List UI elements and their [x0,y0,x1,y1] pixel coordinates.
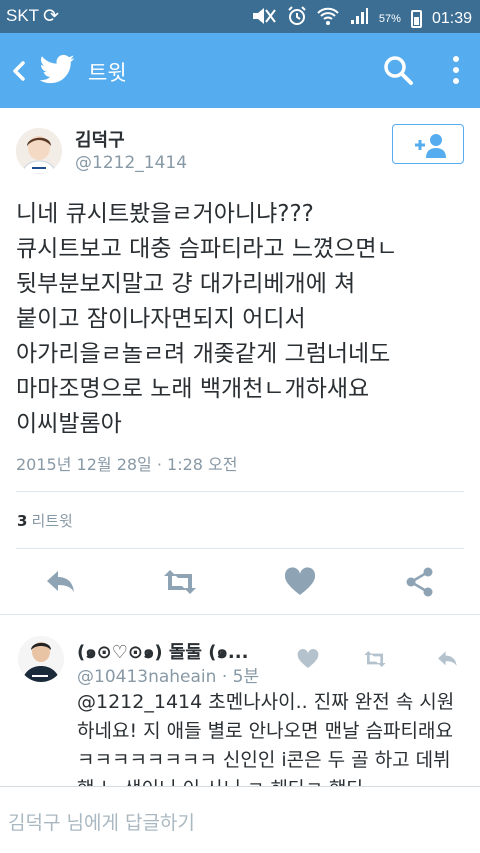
wifi-icon [317,6,339,31]
battery-icon [410,9,422,28]
author-name[interactable]: 김덕구 [75,126,125,152]
tweet-text-line: 큐시트보고 대충 슴파티라고 느꼈으면ㄴ [16,236,398,262]
back-arrow-icon[interactable] [8,53,30,89]
retweet-count-number: 3 [17,512,28,530]
mute-icon [251,6,277,31]
battery-percent: 57% [378,12,401,25]
reply-retweet-icon[interactable] [363,648,386,670]
divider [16,491,464,492]
tweet-text-line: 이씨발롬아 [16,411,122,437]
author-handle[interactable]: @1212_1414 [75,153,187,173]
tweet-text-line: 마마조명으로 노래 백개천ㄴ개하새요 [16,376,370,402]
signal-icon [349,6,369,31]
tweet-text-line: 뒷부분보지말고 걍 대가리베개에 쳐 [16,271,356,297]
page-title: 트윗 [88,61,127,85]
search-icon[interactable] [381,53,415,87]
tweet-text-line: 붙이고 잠이나자면되지 어디서 [16,306,306,332]
reply-icon[interactable] [44,566,76,598]
twitter-bird-icon [38,51,76,89]
reply-author-handle[interactable]: @10413naheain · 5분 [77,662,259,687]
reply-like-heart-icon[interactable] [297,648,319,670]
divider [16,548,464,549]
reply-handle-text: @10413naheain [77,667,217,687]
share-icon[interactable] [404,566,436,598]
tweet-timestamp: 2015년 12월 28일 · 1:28 오전 [16,455,238,474]
retweet-count[interactable]: 3 리트윗 [17,510,73,531]
app-bar: 트윗 [0,33,480,108]
retweet-count-label: 리트윗 [31,512,73,530]
like-heart-icon[interactable] [284,566,316,598]
status-icons: 57% 01:39 [251,6,472,31]
divider [0,614,480,615]
alarm-icon [287,6,307,31]
status-bar: SKT ⟳ 57% 01:39 [0,0,480,33]
sync-icon: ⟳ [43,5,59,27]
reply-compose-bar [0,786,480,853]
overflow-menu-icon[interactable] [448,53,464,87]
carrier-label: SKT [6,6,40,25]
clock: 01:39 [431,9,472,27]
retweet-icon[interactable] [162,566,196,598]
reply-input[interactable] [8,809,468,837]
reply-reply-icon[interactable] [436,648,458,670]
reply-text: @1212_1414 초멘나사이.. 진짜 완전 속 시원하네요! 지 애들 별… [77,691,455,786]
follow-user-icon [415,134,446,158]
tweet-text-line: 아가리을ㄹ놀ㄹ려 개좆같게 그럼너네도 [16,341,391,367]
author-avatar[interactable] [16,128,62,174]
tweet-text: 니네 큐시트봤을ㄹ거아니냐??? 큐시트보고 대충 슴파티라고 느꼈으면ㄴ 뒷부분보… [16,197,471,442]
reply-age: 5분 [232,667,260,687]
tweet-text-line: 니네 큐시트봤을ㄹ거아니냐??? [16,201,314,227]
reply-author-avatar[interactable] [18,636,64,682]
follow-button[interactable] [392,124,464,164]
